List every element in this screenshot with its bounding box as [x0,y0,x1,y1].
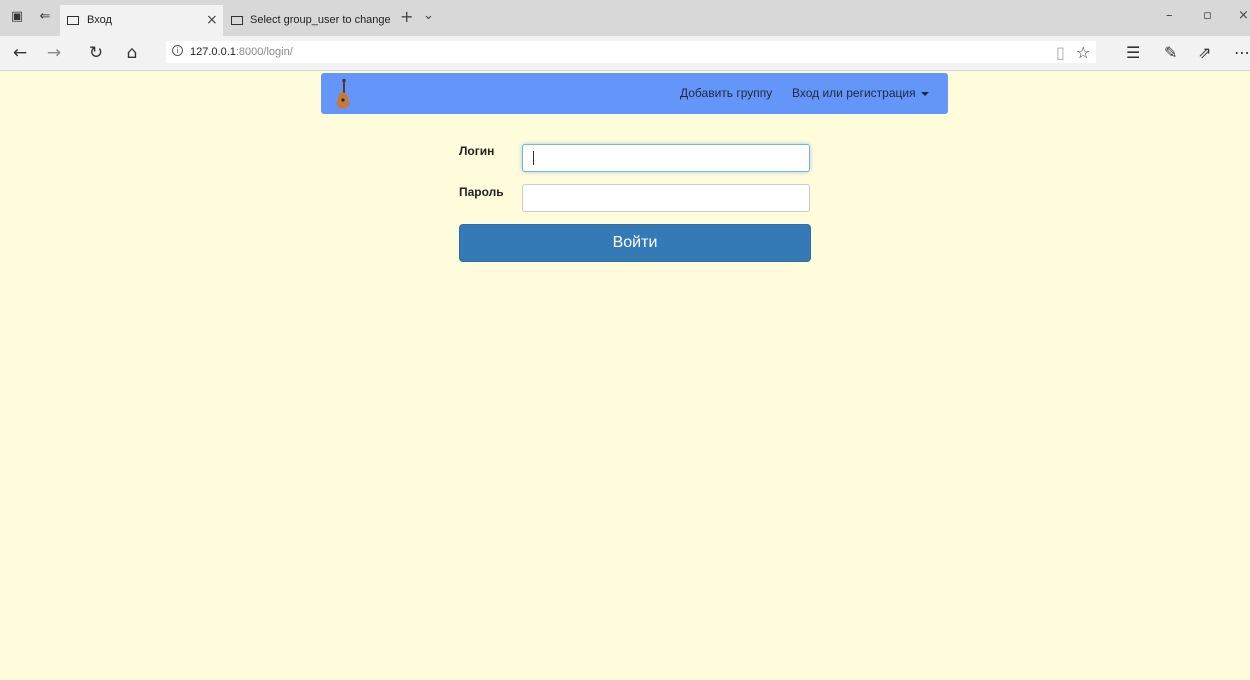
address-bar: ← → ↻ ⌂ i 127.0.0.1:8000/login/ ▯ ☆ ☰ ✎ … [0,36,1250,71]
page-viewport: Добавить группу Вход или регистрация Лог… [0,71,1250,680]
url-host: 127.0.0.1 [190,46,236,58]
tab-login[interactable]: Вход × [60,5,223,36]
browser-tab-bar: ▣ ⇐ Вход × Select group_user to change +… [0,0,1250,36]
close-icon[interactable]: × [206,5,218,36]
url-text: 127.0.0.1:8000/login/ [190,41,293,63]
tab-label: Select group_user to change [250,14,390,26]
url-path: :8000/login/ [235,46,293,58]
close-window-icon[interactable]: × [1238,8,1249,23]
tab-admin[interactable]: Select group_user to change [226,5,394,36]
add-group-link[interactable]: Добавить группу [680,73,772,114]
restore-tabs-icon[interactable]: ⇐ [38,10,52,24]
auth-dropdown-label: Вход или регистрация [792,86,916,100]
pen-icon[interactable]: ✎ [1164,43,1177,63]
navbar: Добавить группу Вход или регистрация [321,73,948,114]
page-icon [231,16,243,25]
new-tab-icon[interactable]: + [400,7,413,26]
info-icon[interactable]: i [172,45,183,56]
back-arrow-icon[interactable]: ← [10,43,30,63]
caret-down-icon [920,91,929,96]
auth-dropdown[interactable]: Вход или регистрация [792,73,929,114]
page-icon [67,16,79,25]
more-icon[interactable]: ⋯ [1234,43,1250,63]
text-cursor [533,151,534,165]
star-icon[interactable]: ☆ [1076,43,1090,63]
login-button[interactable]: Войти [459,224,811,262]
chevron-down-icon[interactable]: ⌄ [423,8,434,23]
login-input[interactable] [522,144,810,172]
tab-label: Вход [87,14,112,26]
share-icon[interactable]: ⇗ [1198,43,1211,63]
minimize-icon[interactable]: – [1166,8,1173,23]
refresh-icon[interactable]: ↻ [86,43,106,63]
home-icon[interactable]: ⌂ [122,43,142,63]
maximize-icon[interactable]: ▫ [1203,8,1212,23]
url-field[interactable]: i 127.0.0.1:8000/login/ [166,41,1096,63]
password-label: Пароль [459,185,504,199]
password-input[interactable] [522,184,810,212]
login-label: Логин [459,144,495,158]
guitar-icon[interactable] [335,79,351,109]
reading-view-icon[interactable]: ▯ [1056,43,1065,63]
favorites-list-icon[interactable]: ☰ [1126,43,1140,63]
forward-arrow-icon[interactable]: → [44,43,64,63]
tabs-aside-icon[interactable]: ▣ [10,10,24,24]
